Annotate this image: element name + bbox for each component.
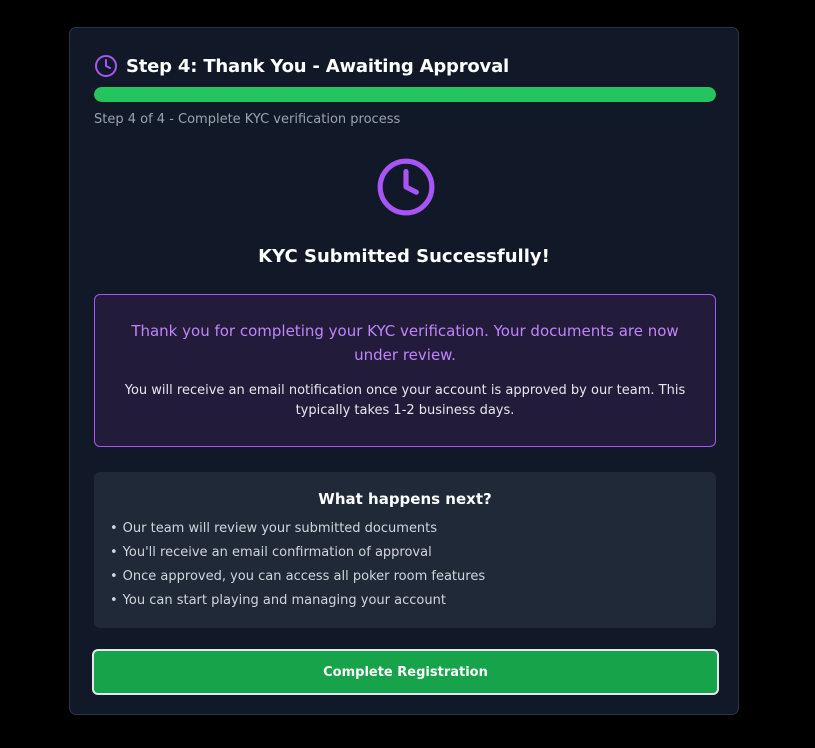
list-item-text: Our team will review your submitted docu… <box>122 521 438 536</box>
progress-fill <box>94 87 716 102</box>
bullet-icon: • <box>110 521 118 536</box>
bullet-icon: • <box>110 593 118 608</box>
complete-registration-button[interactable]: Complete Registration <box>92 649 719 695</box>
review-notice: Thank you for completing your KYC verifi… <box>94 294 716 447</box>
kyc-step-card: Step 4: Thank You - Awaiting Approval St… <box>69 27 739 715</box>
bullet-icon: • <box>110 545 118 560</box>
clock-icon <box>95 55 117 77</box>
list-item: • You'll receive an email confirmation of… <box>110 541 700 565</box>
progress-bar <box>94 87 716 102</box>
next-steps-title: What happens next? <box>318 490 492 508</box>
list-item: • Once approved, you can access all poker… <box>110 565 700 589</box>
list-item-text: Once approved, you can access all poker … <box>122 569 486 584</box>
pending-clock-icon <box>377 158 435 216</box>
step-header: Step 4: Thank You - Awaiting Approval <box>94 54 509 78</box>
next-steps-list: • Our team will review your submitted doc… <box>110 517 700 613</box>
list-item-text: You can start playing and managing your … <box>122 593 446 608</box>
list-item: • You can start playing and managing your… <box>110 589 700 613</box>
notice-detail: You will receive an email notification o… <box>124 383 686 418</box>
success-heading: KYC Submitted Successfully! <box>258 246 550 267</box>
list-item-text: You'll receive an email confirmation of … <box>122 545 432 560</box>
step-caption: Step 4 of 4 - Complete KYC verification … <box>94 112 401 127</box>
bullet-icon: • <box>110 569 118 584</box>
list-item: • Our team will review your submitted doc… <box>110 517 700 541</box>
next-steps-panel: What happens next? • Our team will review… <box>94 472 716 628</box>
step-title: Step 4: Thank You - Awaiting Approval <box>126 55 509 77</box>
notice-message: Thank you for completing your KYC verifi… <box>131 322 679 364</box>
